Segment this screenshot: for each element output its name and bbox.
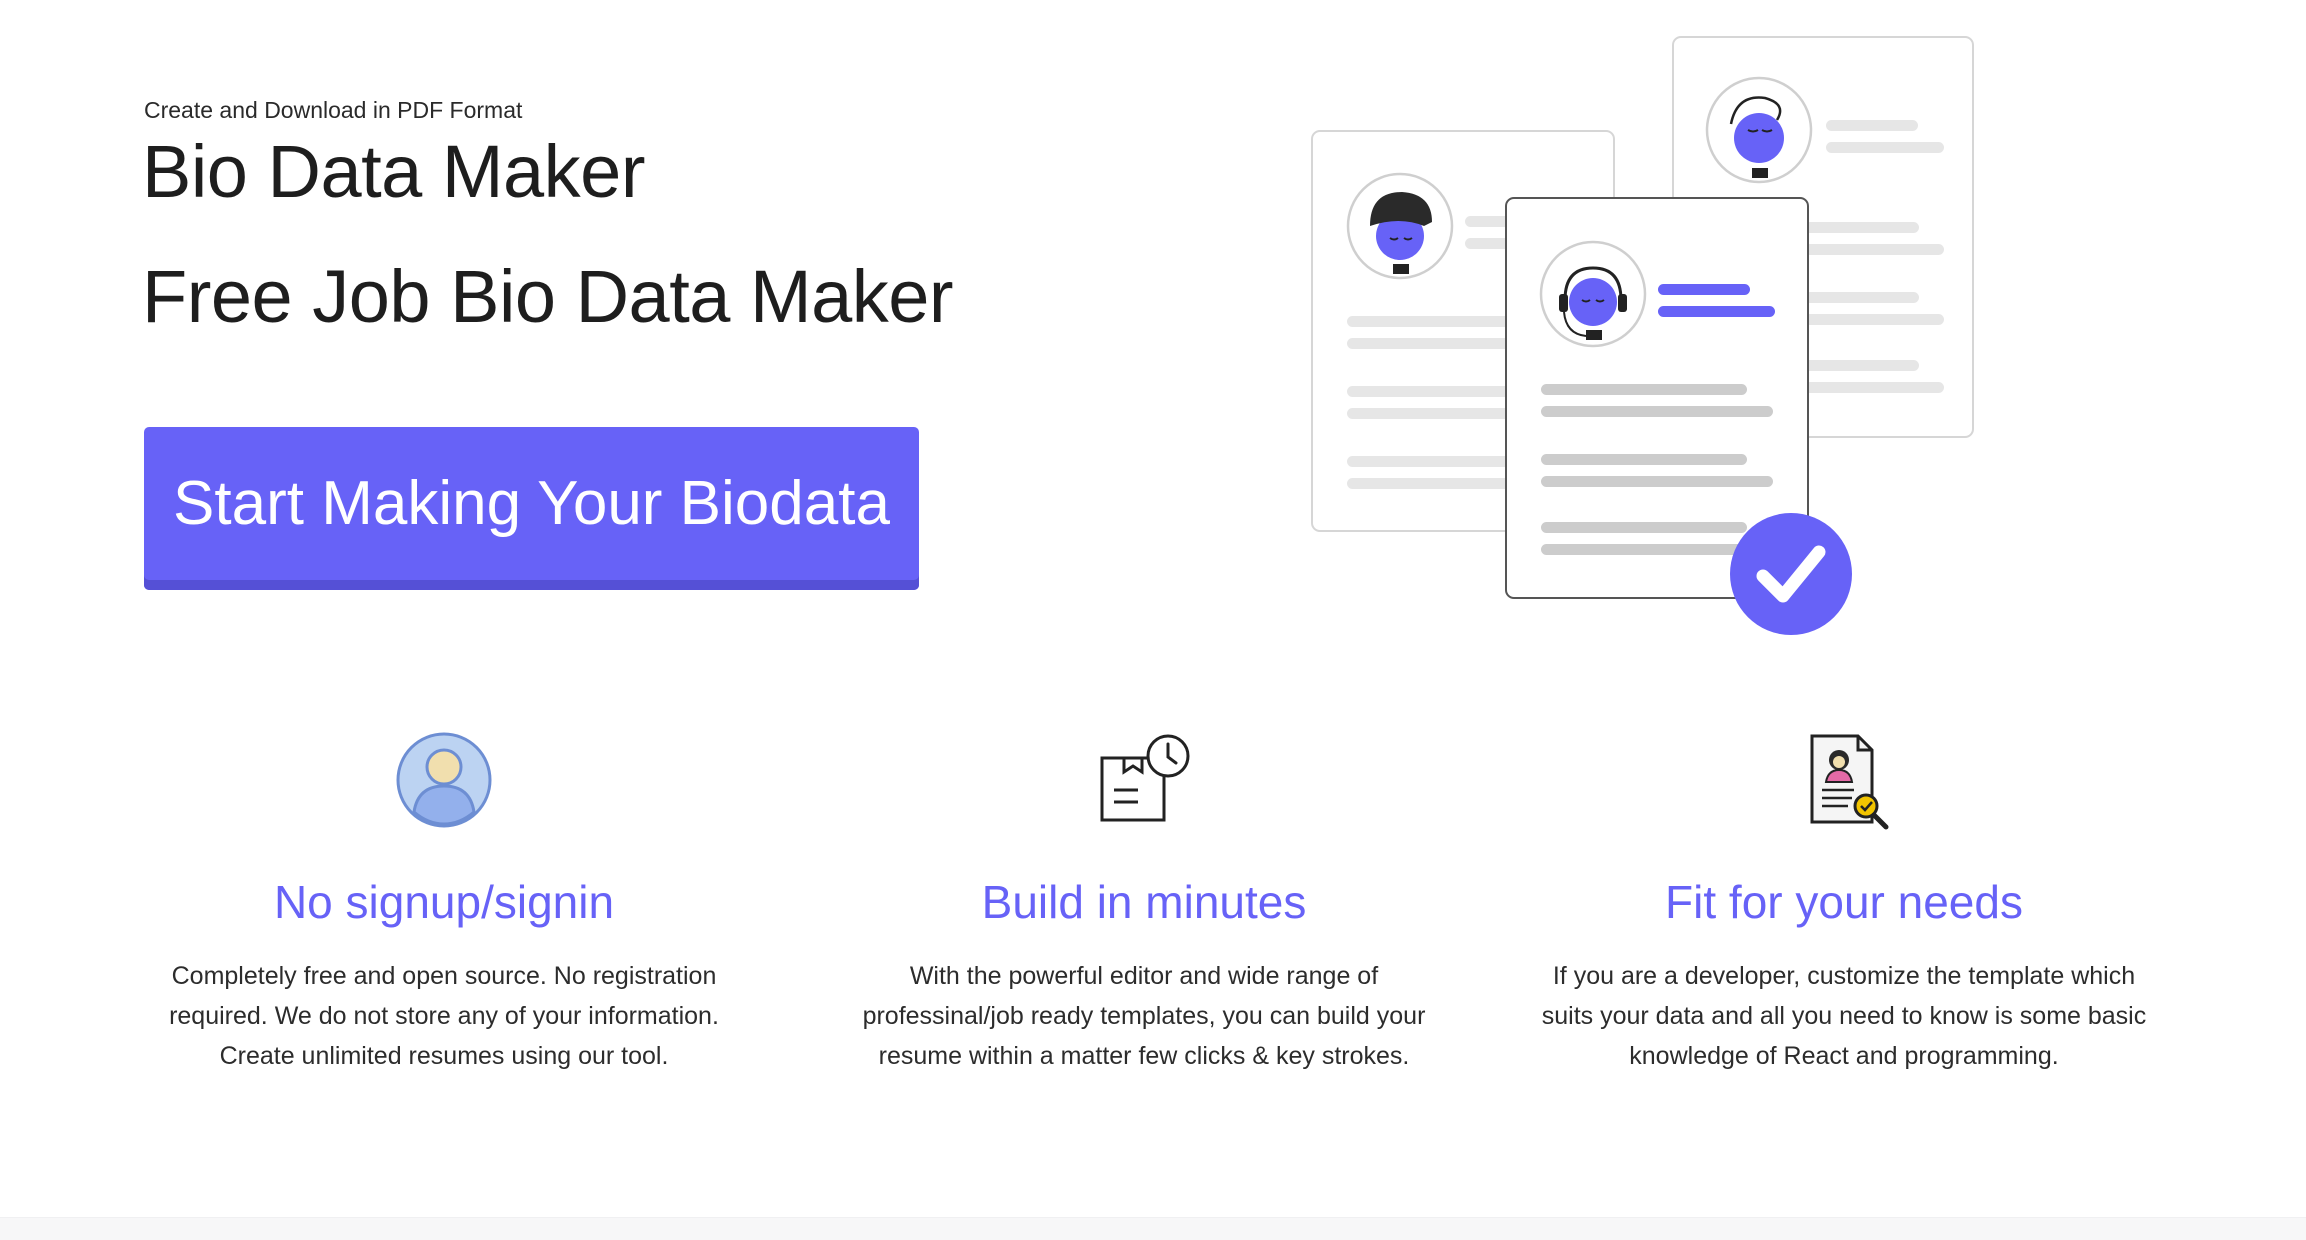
landing-page: Create and Download in PDF Format Bio Da… <box>0 0 2306 1240</box>
feature-description: Completely free and open source. No regi… <box>169 962 719 1071</box>
page-subtitle: Free Job Bio Data Maker <box>142 255 954 338</box>
document-clock-icon <box>1100 734 1190 822</box>
resume-search-icon <box>1810 734 1889 830</box>
page-title: Bio Data Maker <box>142 130 645 213</box>
resume-documents-illustration <box>1311 36 1974 635</box>
feature-title: Fit for your needs <box>1665 876 2023 928</box>
feature-title: No signup/signin <box>273 876 615 928</box>
feature-description: If you are a developer, customize the te… <box>1541 962 2147 1071</box>
feature-description: With the powerful editor and wide range … <box>862 962 1426 1071</box>
feature-fit-for-needs: Fit for your needs If you are a develope… <box>1534 730 2154 1076</box>
start-making-biodata-button[interactable]: Start Making Your Biodata <box>144 427 919 590</box>
check-badge-icon <box>1730 513 1852 635</box>
user-avatar-icon <box>396 732 492 828</box>
footer-band <box>0 1217 2306 1240</box>
feature-title: Build in minutes <box>981 876 1307 928</box>
feature-no-signup: No signup/signin Completely free and ope… <box>134 730 754 1076</box>
feature-build-in-minutes: Build in minutes With the powerful edito… <box>834 730 1454 1076</box>
hero-eyebrow: Create and Download in PDF Format <box>144 97 523 123</box>
